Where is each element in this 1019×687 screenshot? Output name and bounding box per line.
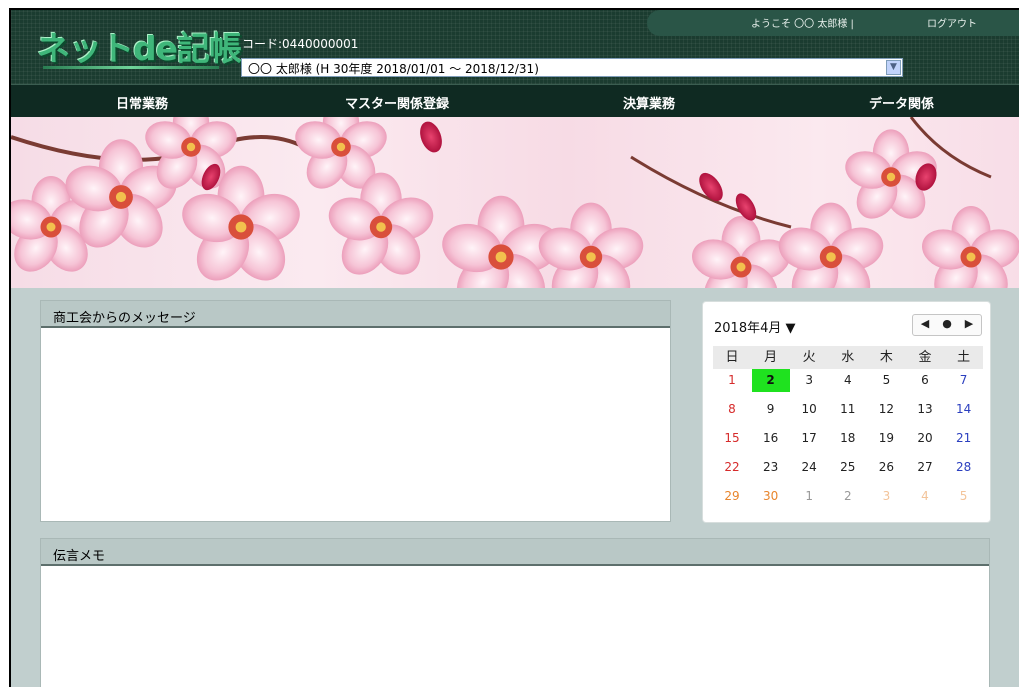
nav-item-closing-work[interactable]: 決算業務 [623, 93, 675, 112]
calendar-day[interactable]: 5 [945, 485, 983, 508]
calendar-day[interactable]: 18 [829, 427, 867, 450]
nav-item-master-registration[interactable]: マスター関係登録 [345, 93, 449, 112]
calendar-day[interactable]: 15 [713, 427, 751, 450]
calendar-day[interactable]: 26 [867, 456, 905, 479]
chevron-down-icon[interactable]: ▼ [886, 60, 901, 75]
header: ネットde記帳 コード:0440000001 〇〇 太郎様 (H 30年度 20… [11, 10, 1019, 84]
calendar-day[interactable]: 21 [945, 427, 983, 450]
calendar-day[interactable]: 16 [752, 427, 790, 450]
calendar-day[interactable]: 12 [867, 398, 905, 421]
cherry-blossom-banner [11, 117, 1019, 288]
calendar-day[interactable]: 14 [945, 398, 983, 421]
calendar-day[interactable]: 1 [790, 485, 828, 508]
calendar-day[interactable]: 11 [829, 398, 867, 421]
weekday-label: 水 [841, 350, 855, 365]
calendar-day[interactable]: 30 [752, 485, 790, 508]
logo-underline [43, 66, 219, 69]
weekday-label: 土 [957, 350, 971, 365]
user-bar: ようこそ 〇〇 太郎様 | ログアウト [647, 10, 1019, 36]
calendar-day[interactable]: 6 [906, 369, 944, 392]
nav-item-data[interactable]: データ関係 [869, 93, 934, 112]
logo-text: ネットde記帳 [37, 29, 242, 68]
calendar-day[interactable]: 24 [790, 456, 828, 479]
fiscal-year-select[interactable]: 〇〇 太郎様 (H 30年度 2018/01/01 ～ 2018/12/31) … [241, 58, 903, 77]
calendar-weekday-header: 日月火水木金土 [713, 346, 983, 369]
calendar-day[interactable]: 23 [752, 456, 790, 479]
cherry-blossom-image [11, 117, 1019, 288]
calendar-day[interactable]: 8 [713, 398, 751, 421]
calendar-day[interactable]: 22 [713, 456, 751, 479]
calendar-day[interactable]: 4 [829, 369, 867, 392]
welcome-text: ようこそ 〇〇 太郎様 | [751, 19, 854, 30]
calendar-day[interactable]: 5 [867, 369, 905, 392]
calendar-day[interactable]: 1 [713, 369, 751, 392]
calendar-day[interactable]: 3 [867, 485, 905, 508]
today-button[interactable]: ● [937, 317, 957, 330]
calendar-day[interactable]: 19 [867, 427, 905, 450]
weekday-label: 木 [879, 350, 893, 365]
calendar: 2018年4月 ▼ ◀ ● ▶ 日月火水木金土 1 2 3 4 5 6 7 8 9 10 11 12 1… [702, 301, 991, 523]
user-code: コード:0440000001 [242, 37, 359, 51]
calendar-day[interactable]: 10 [790, 398, 828, 421]
calendar-day-today[interactable]: 2 [751, 369, 790, 392]
app-logo[interactable]: ネットde記帳 [37, 22, 242, 72]
prev-month-button[interactable]: ◀ [915, 317, 935, 330]
calendar-day[interactable]: 3 [790, 369, 828, 392]
main-nav: 日常業務 マスター関係登録 決算業務 データ関係 [11, 84, 1019, 117]
weekday-label: 月 [764, 350, 778, 365]
next-month-button[interactable]: ▶ [959, 317, 979, 330]
calendar-day[interactable]: 29 [713, 485, 751, 508]
weekday-label: 金 [918, 350, 932, 365]
memo-panel-title: 伝言メモ [41, 539, 989, 566]
app-window: ネットde記帳 コード:0440000001 〇〇 太郎様 (H 30年度 20… [9, 8, 1019, 687]
calendar-day[interactable]: 17 [790, 427, 828, 450]
weekday-label: 日 [725, 350, 739, 365]
message-panel: 商工会からのメッセージ [40, 300, 671, 522]
calendar-day[interactable]: 28 [945, 456, 983, 479]
calendar-day[interactable]: 9 [752, 398, 790, 421]
calendar-month-dropdown[interactable]: 2018年4月 ▼ [714, 317, 796, 336]
weekday-label: 火 [802, 350, 816, 365]
calendar-day[interactable]: 4 [906, 485, 944, 508]
calendar-day[interactable]: 13 [906, 398, 944, 421]
calendar-day[interactable]: 25 [829, 456, 867, 479]
calendar-nav: ◀ ● ▶ [912, 314, 982, 336]
calendar-day[interactable]: 20 [906, 427, 944, 450]
calendar-day[interactable]: 27 [906, 456, 944, 479]
fiscal-year-select-value: 〇〇 太郎様 (H 30年度 2018/01/01 ～ 2018/12/31) [248, 62, 539, 76]
calendar-day[interactable]: 2 [829, 485, 867, 508]
memo-panel: 伝言メモ [40, 538, 990, 687]
nav-item-daily-work[interactable]: 日常業務 [116, 93, 168, 112]
message-panel-title: 商工会からのメッセージ [41, 301, 670, 328]
logout-link[interactable]: ログアウト [927, 15, 977, 30]
calendar-day[interactable]: 7 [945, 369, 983, 392]
